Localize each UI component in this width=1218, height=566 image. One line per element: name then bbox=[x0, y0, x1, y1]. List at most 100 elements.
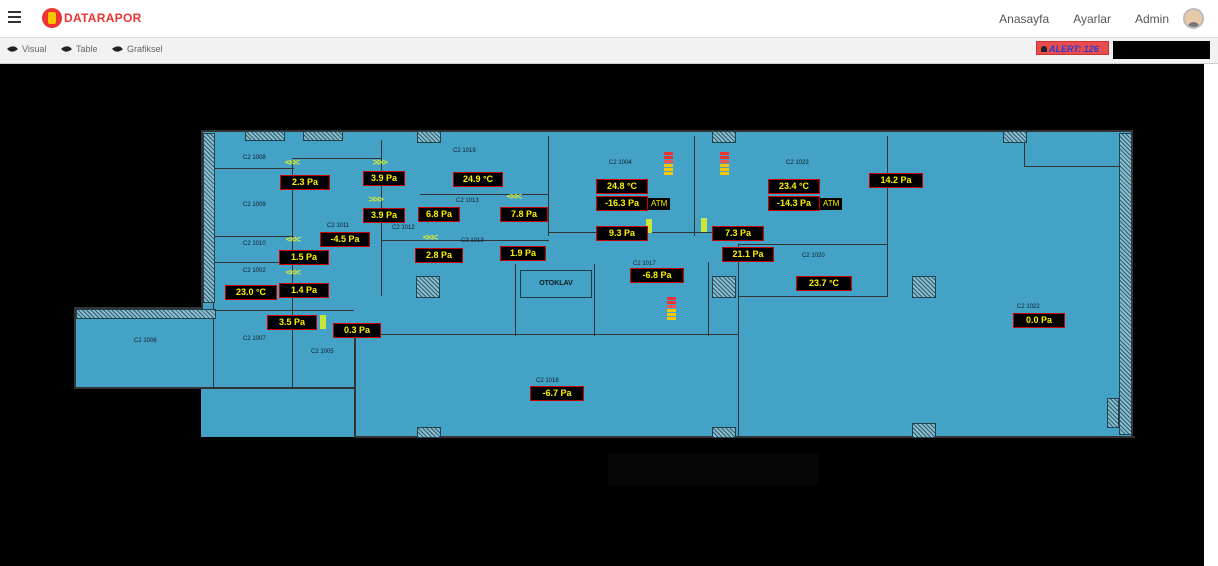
pressure-level-indicator-icon bbox=[664, 152, 673, 176]
airflow-up-arrow-icon bbox=[701, 218, 707, 232]
leaf-icon bbox=[112, 44, 123, 54]
chart-label: Grafiksel bbox=[127, 44, 163, 54]
brand-logo[interactable]: DATARAPOR bbox=[42, 7, 142, 29]
wall bbox=[515, 264, 516, 336]
room-label: C2 1023 bbox=[786, 160, 809, 166]
room-label: C2 1012 bbox=[392, 225, 415, 231]
structural-column bbox=[1003, 131, 1027, 143]
otoklav-unit[interactable]: OTOKLAV bbox=[520, 270, 592, 298]
airflow-left-arrow-icon: <<< bbox=[284, 158, 301, 168]
sensor-value[interactable]: 24.9 °C bbox=[453, 172, 503, 187]
sensor-value[interactable]: -14.3 Pa bbox=[768, 196, 820, 211]
sensor-value[interactable]: 14.2 Pa bbox=[869, 173, 923, 188]
sensor-value[interactable]: -16.3 Pa bbox=[596, 196, 648, 211]
wall bbox=[594, 264, 595, 336]
sensor-value[interactable]: 23.7 °C bbox=[796, 276, 852, 291]
floor-plan-main bbox=[201, 131, 1133, 437]
structural-column bbox=[912, 276, 936, 298]
sensor-value[interactable]: 3.9 Pa bbox=[363, 171, 405, 186]
room-label: C2 1004 bbox=[609, 160, 632, 166]
sensor-value[interactable]: 1.9 Pa bbox=[500, 246, 546, 261]
top-nav: Anasayfa Ayarlar Admin bbox=[975, 0, 1204, 37]
sensor-value[interactable]: 2.3 Pa bbox=[280, 175, 330, 190]
nav-admin-link[interactable]: Admin bbox=[1135, 12, 1169, 26]
pressure-level-indicator-icon bbox=[720, 152, 729, 176]
wall bbox=[708, 262, 709, 336]
sensor-value[interactable]: -6.8 Pa bbox=[630, 268, 684, 283]
sensor-value[interactable]: -4.5 Pa bbox=[320, 232, 370, 247]
table-view-button[interactable]: Table bbox=[61, 44, 98, 54]
airflow-right-arrow-icon: >>> bbox=[372, 158, 389, 168]
room-label: C2 1020 bbox=[802, 253, 825, 259]
atm-label: ATM bbox=[648, 198, 671, 210]
chart-view-button[interactable]: Grafiksel bbox=[112, 44, 163, 54]
wall bbox=[738, 244, 739, 436]
structural-column bbox=[416, 276, 440, 298]
sensor-value[interactable]: -6.7 Pa bbox=[530, 386, 584, 401]
room-label: C2 1009 bbox=[243, 202, 266, 208]
wall bbox=[887, 136, 888, 296]
structural-column bbox=[417, 427, 441, 438]
vertical-scrollbar[interactable] bbox=[1204, 64, 1218, 566]
nav-home-link[interactable]: Anasayfa bbox=[999, 12, 1049, 26]
hamburger-menu-icon[interactable] bbox=[8, 11, 21, 23]
sensor-value[interactable]: 23.0 °C bbox=[225, 285, 277, 300]
wall bbox=[420, 194, 548, 195]
airflow-down-arrow-icon bbox=[320, 315, 326, 329]
room-label: C2 1006 bbox=[134, 338, 157, 344]
sensor-value[interactable]: 9.3 Pa bbox=[596, 226, 648, 241]
structural-column bbox=[417, 131, 441, 143]
wall bbox=[738, 244, 888, 245]
atm-label: ATM bbox=[820, 198, 843, 210]
airflow-left-arrow-icon: <<< bbox=[422, 233, 439, 243]
wall bbox=[694, 136, 695, 236]
wall bbox=[214, 168, 294, 169]
structural-column bbox=[1119, 133, 1132, 435]
sensor-value[interactable]: 0.0 Pa bbox=[1013, 313, 1065, 328]
wall bbox=[292, 158, 382, 159]
bell-icon bbox=[1041, 46, 1047, 52]
sensor-value[interactable]: 21.1 Pa bbox=[722, 247, 774, 262]
sensor-value[interactable]: 6.8 Pa bbox=[418, 207, 460, 222]
wall bbox=[1024, 166, 1131, 167]
sensor-value[interactable]: 2.8 Pa bbox=[415, 248, 463, 263]
sensor-value[interactable]: 0.3 Pa bbox=[333, 323, 381, 338]
pressure-level-indicator-icon bbox=[667, 297, 676, 321]
room-label: C2 1008 bbox=[243, 155, 266, 161]
airflow-left-arrow-icon: <<< bbox=[285, 268, 302, 278]
wall bbox=[355, 436, 1135, 438]
room-label: C2 1022 bbox=[1017, 304, 1040, 310]
room-label: C2 1002 bbox=[243, 268, 266, 274]
room-label: C2 1017 bbox=[633, 261, 656, 267]
sensor-value[interactable]: 7.8 Pa bbox=[500, 207, 548, 222]
overlay-black-block bbox=[608, 453, 818, 485]
logo-icon bbox=[42, 8, 62, 28]
structural-column bbox=[1107, 398, 1119, 428]
wall bbox=[548, 136, 549, 236]
structural-column bbox=[712, 427, 736, 438]
wall bbox=[354, 335, 356, 438]
alert-badge[interactable]: ALERT: 126 bbox=[1036, 41, 1109, 55]
toolbar-black-panel bbox=[1113, 41, 1210, 59]
sensor-value[interactable]: 23.4 °C bbox=[768, 179, 820, 194]
wall bbox=[74, 387, 356, 389]
alert-text: ALERT: 126 bbox=[1049, 44, 1099, 54]
leaf-icon bbox=[61, 44, 72, 54]
sensor-value[interactable]: 3.9 Pa bbox=[363, 208, 405, 223]
sensor-value[interactable]: 1.5 Pa bbox=[279, 250, 329, 265]
sensor-value[interactable]: 7.3 Pa bbox=[712, 226, 764, 241]
airflow-right-arrow-icon: >>> bbox=[368, 195, 385, 205]
sensor-value[interactable]: 1.4 Pa bbox=[279, 283, 329, 298]
room-label: C2 1005 bbox=[311, 349, 334, 355]
room-label: C2 1010 bbox=[243, 241, 266, 247]
top-navbar: DATARAPOR Anasayfa Ayarlar Admin bbox=[0, 0, 1218, 38]
structural-column bbox=[303, 131, 343, 141]
user-avatar-icon[interactable] bbox=[1183, 8, 1204, 29]
wall bbox=[74, 307, 76, 389]
nav-settings-link[interactable]: Ayarlar bbox=[1073, 12, 1111, 26]
sensor-value[interactable]: 24.8 °C bbox=[596, 179, 648, 194]
sensor-value[interactable]: 3.5 Pa bbox=[267, 315, 317, 330]
room-label: C2 1019 bbox=[453, 148, 476, 154]
view-toolbar: Visual Table Grafiksel ALERT: 126 bbox=[0, 38, 1218, 64]
visual-view-button[interactable]: Visual bbox=[7, 44, 46, 54]
